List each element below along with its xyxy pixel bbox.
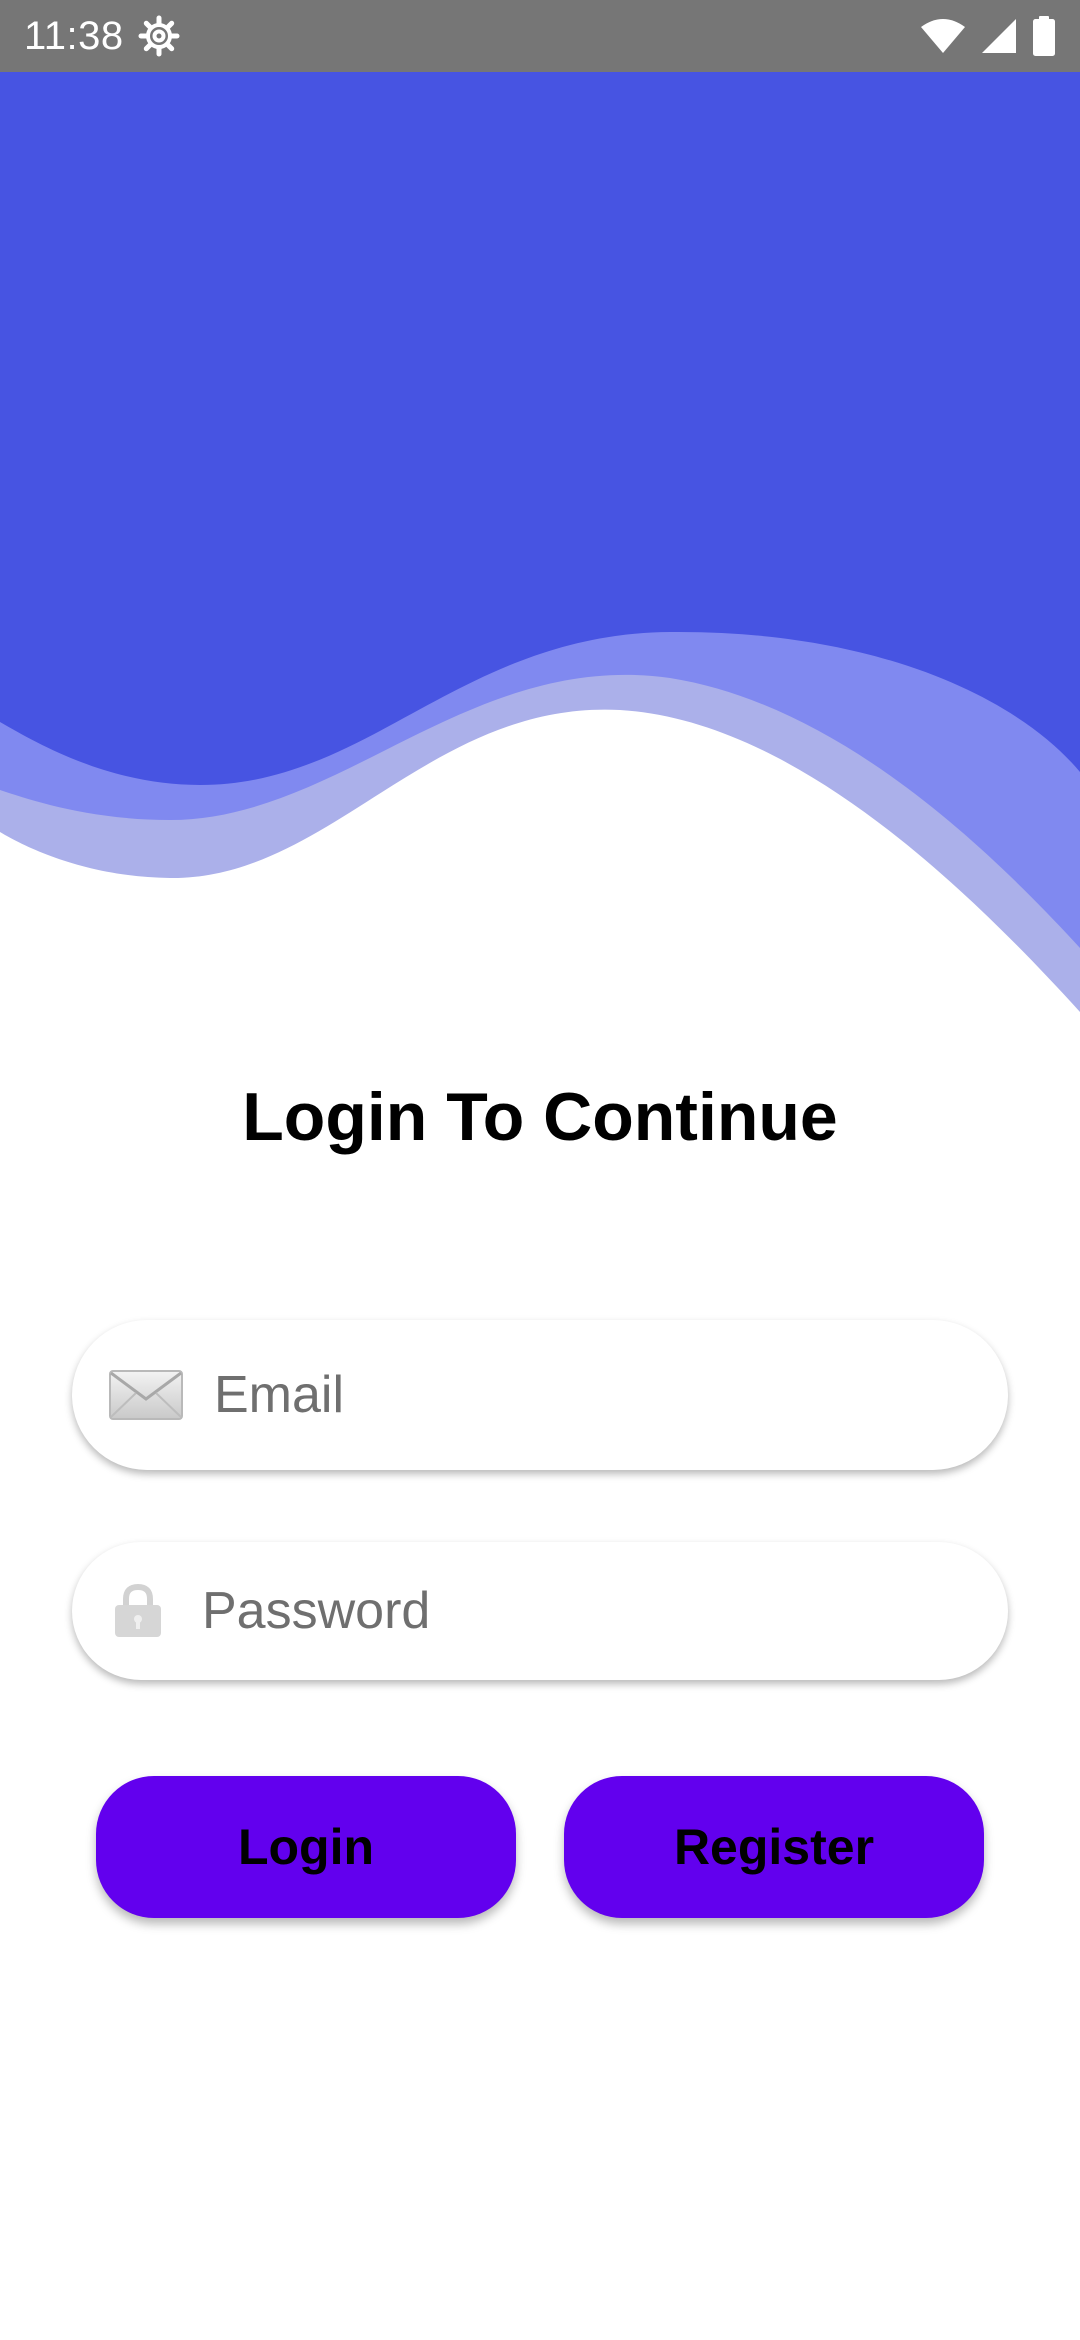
status-time: 11:38 [24,13,124,58]
battery-icon [1033,16,1055,56]
login-button[interactable]: Login [96,1776,516,1918]
settings-gear-icon [138,15,180,57]
wifi-icon [921,19,965,53]
email-input[interactable] [214,1320,1008,1470]
password-field-container[interactable] [72,1542,1008,1680]
status-bar: 11:38 [0,0,1080,72]
page-title: Login To Continue [242,1079,838,1155]
status-right-group [920,16,1056,56]
login-screen: 11:38 Login To Continue Email Login Regi… [0,0,1080,2340]
email-field-container[interactable] [72,1320,1008,1470]
envelope-icon [108,1369,184,1421]
signal-icon [982,19,1016,53]
status-left-group: 11:38 [24,14,180,59]
register-button[interactable]: Register [564,1776,984,1918]
padlock-icon [110,1583,166,1639]
header-wave-background [0,72,1080,1012]
password-input[interactable] [202,1542,1008,1680]
